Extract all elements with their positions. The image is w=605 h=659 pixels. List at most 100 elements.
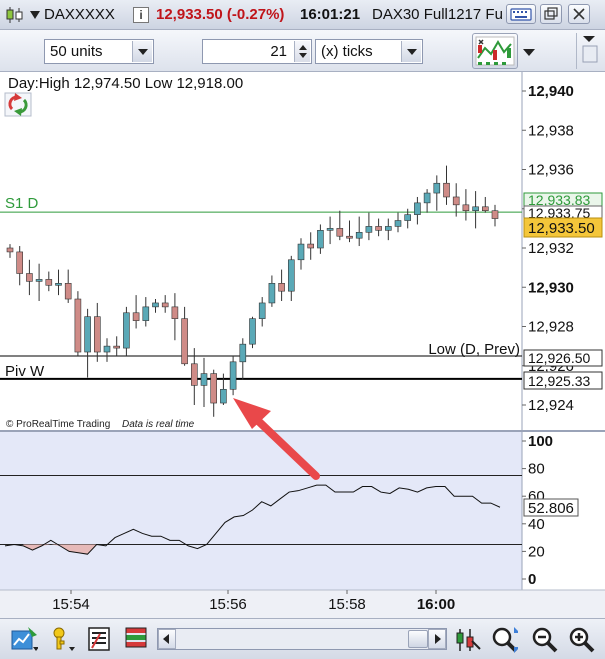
candle-body [103, 345, 111, 353]
credits-brand: © ProRealTime Trading [6, 419, 110, 430]
candle-body [64, 283, 72, 300]
units-dropdown-button[interactable] [132, 41, 152, 62]
refresh-button[interactable] [4, 92, 32, 117]
info-icon-glyph: i [139, 8, 143, 22]
candle-body [142, 306, 150, 321]
candle-body [346, 235, 353, 239]
candle-body [161, 302, 169, 308]
candle-body [491, 210, 499, 219]
chart-area[interactable]: 12,94012,93812,93612,93412,93212,93012,9… [0, 72, 605, 618]
clock-time: 16:01:21 [300, 6, 361, 23]
low-value-badge: 12,926.50 [523, 349, 603, 367]
order-book-icon[interactable] [122, 625, 150, 653]
scroll-thumb[interactable] [408, 630, 428, 648]
candle-body [355, 232, 363, 239]
day-high-low-header: Day:High 12,974.50 Low 12,918.00 [8, 75, 243, 92]
restore-button[interactable] [540, 4, 562, 24]
indicator-list-icon[interactable] [86, 625, 114, 653]
candle-body [258, 302, 266, 319]
price-tick-label: 12,940 [528, 83, 574, 100]
low-prev-label: Low (D, Prev) [428, 341, 520, 358]
price-change: 12,933.50 (-0.27%) [156, 6, 285, 23]
bottom-toolbar [0, 618, 605, 659]
candle-body [249, 318, 256, 345]
cursor-tool-icon[interactable] [454, 625, 482, 653]
candle-body [384, 226, 392, 231]
candle-body [326, 228, 334, 231]
candle-body [375, 226, 382, 231]
candle-body [55, 283, 62, 286]
units-select[interactable]: 50 units [44, 39, 154, 64]
ticks-number-value: 21 [270, 43, 287, 60]
candle-body [394, 220, 402, 227]
close-button[interactable] [568, 4, 590, 24]
candle-body [452, 196, 460, 206]
candle-body [287, 259, 295, 292]
candle-body [171, 306, 179, 319]
candle-body [443, 182, 450, 198]
candle-body [220, 388, 227, 404]
time-axis-background [0, 590, 605, 618]
candle-body [191, 363, 198, 386]
keyboard-icon [510, 8, 532, 21]
settings-button[interactable] [576, 33, 602, 69]
title-bar: DAXXXXX i 12,933.50 (-0.27%) 16:01:21 DA… [0, 0, 605, 30]
keyboard-button[interactable] [506, 4, 536, 24]
candle-body [26, 273, 33, 282]
chevron-left-icon [163, 634, 169, 644]
candle-body [317, 230, 324, 249]
candle-body [94, 316, 101, 353]
chart-scrollbar[interactable] [157, 628, 447, 650]
ticks-unit-dropdown-button[interactable] [401, 41, 421, 62]
draw-tool-icon[interactable] [10, 625, 38, 653]
candle-body [229, 361, 237, 390]
instrument-dropdown-icon[interactable] [30, 11, 40, 20]
last-price-text: 12,933.50 [528, 220, 595, 237]
zoom-auto-icon[interactable] [490, 625, 518, 653]
ticks-number-input[interactable]: 21 [202, 39, 312, 64]
candle-body [84, 316, 91, 353]
zoom-in-icon[interactable] [567, 625, 595, 653]
ticks-unit-select[interactable]: (x) ticks [315, 39, 423, 64]
candle-body [365, 226, 373, 233]
strategy-dropdown-icon[interactable] [522, 46, 536, 60]
candlestick-icon [6, 7, 23, 23]
instrument-name[interactable]: DAXXXXX [44, 0, 115, 30]
candle-body [239, 343, 247, 363]
settings-arrow-icon [582, 36, 598, 63]
price-tick-label: 12,924 [528, 397, 574, 414]
oscillator-value-badge: 52.806 [523, 498, 579, 517]
price-tick-label: 12,930 [528, 279, 574, 296]
candle-body [472, 206, 479, 212]
s1-label: S1 D [5, 195, 39, 212]
ticks-spinner[interactable] [294, 41, 310, 62]
units-select-value: 50 units [50, 43, 103, 60]
candle-body [462, 204, 470, 212]
candle-body [297, 243, 305, 261]
ticks-unit-value: (x) ticks [321, 43, 373, 60]
candle-body [414, 202, 421, 215]
price-tick-label: 12,936 [528, 162, 574, 179]
close-icon [573, 8, 585, 20]
piv-value-text: 12,925.33 [528, 373, 590, 389]
chevron-down-icon [138, 49, 148, 55]
scroll-left-button[interactable] [158, 629, 176, 649]
price-tick-label: 12,938 [528, 122, 574, 139]
chart-canvas[interactable]: 12,94012,93812,93612,93412,93212,93012,9… [0, 72, 605, 618]
oscillator-tick-label: 20 [528, 543, 545, 560]
oscillator-value-text: 52.806 [528, 500, 574, 517]
candle-body [307, 243, 315, 249]
info-icon[interactable]: i [133, 7, 149, 23]
spinner-arrows-icon [299, 45, 307, 58]
last-price-badge: 12,933.50 [523, 217, 603, 238]
strategy-button[interactable] [472, 33, 518, 69]
candle-body [404, 214, 412, 221]
candle-body [152, 302, 159, 308]
alert-bell-icon[interactable] [48, 625, 76, 653]
restore-icon [544, 7, 558, 20]
credits-note: Data is real time [122, 419, 195, 430]
scroll-right-button[interactable] [428, 629, 446, 649]
chevron-down-icon [407, 49, 417, 55]
candle-body [16, 251, 24, 274]
zoom-out-icon[interactable] [530, 625, 558, 653]
